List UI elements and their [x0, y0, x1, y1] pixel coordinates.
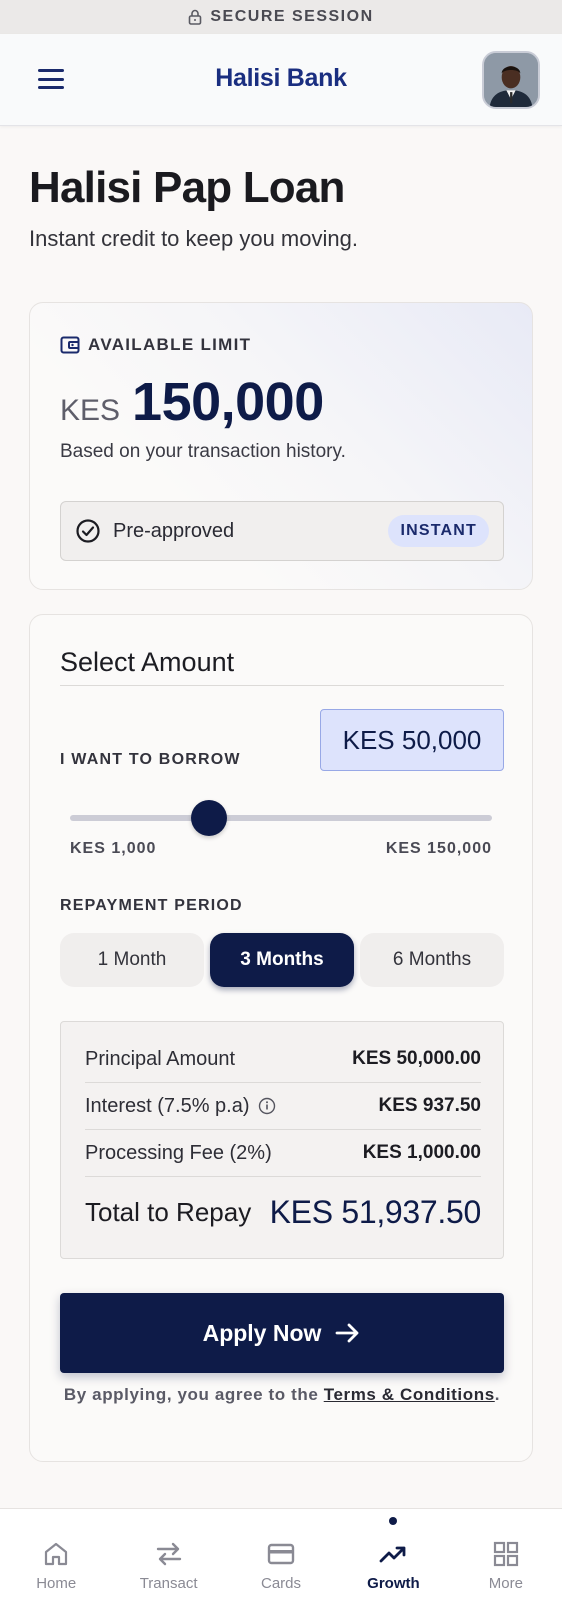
amount-slider-thumb[interactable] [191, 800, 228, 836]
apply-now-button[interactable]: Apply Now [60, 1293, 504, 1373]
summary-value: KES 1,000.00 [362, 1142, 481, 1163]
nav-item-transact[interactable]: Transact [112, 1509, 224, 1600]
limit-value: 150,000 [132, 372, 324, 432]
limit-amount: KES 150,000 [60, 371, 324, 433]
bank-title: Halisi Bank [215, 64, 347, 92]
preapproved-status: Pre-approved INSTANT [60, 501, 504, 561]
secure-session-bar: SECURE SESSION [0, 0, 562, 34]
section-divider [60, 685, 504, 686]
available-limit-header: AVAILABLE LIMIT [60, 335, 251, 355]
secure-session-label: SECURE SESSION [210, 8, 374, 25]
nav-label: Cards [261, 1575, 302, 1592]
period-3-months-button[interactable]: 3 Months [210, 933, 354, 987]
limit-currency: KES [60, 394, 121, 427]
nav-label: Growth [367, 1575, 420, 1592]
terms-notice: By applying, you agree to the Terms & Co… [63, 1385, 501, 1404]
summary-value: KES 937.50 [378, 1095, 481, 1116]
active-indicator-dot [389, 1517, 398, 1525]
repayment-period-label: REPAYMENT PERIOD [60, 897, 243, 914]
summary-label: Processing Fee (2%) [85, 1141, 272, 1164]
repayment-period-selector: 1 Month 3 Months 6 Months [60, 933, 504, 987]
section-title: Select Amount [60, 647, 235, 677]
grid-icon [493, 1541, 518, 1567]
preapproved-text: Pre-approved [113, 519, 235, 542]
trending-up-icon [380, 1546, 406, 1563]
summary-row-principal: Principal Amount KES 50,000.00 [85, 1036, 481, 1083]
nav-label: More [488, 1575, 523, 1592]
nav-item-cards[interactable]: Cards [225, 1509, 337, 1600]
terms-link[interactable]: Terms & Conditions [324, 1385, 495, 1404]
summary-label: Interest (7.5% p.a) [85, 1095, 276, 1118]
info-icon[interactable] [258, 1097, 276, 1115]
nav-label: Transact [139, 1575, 198, 1592]
wallet-icon [60, 336, 80, 354]
nav-item-home[interactable]: Home [0, 1509, 112, 1600]
check-circle-icon [76, 519, 100, 543]
page-subtitle: Instant credit to keep you moving. [29, 226, 358, 251]
lock-icon [189, 9, 202, 25]
available-limit-card: AVAILABLE LIMIT KES 150,000 Based on you… [29, 302, 533, 590]
nav-label: Home [36, 1575, 77, 1592]
available-limit-label: AVAILABLE LIMIT [88, 335, 252, 354]
total-repay-value: KES 51,937.50 [269, 1193, 482, 1230]
credit-card-icon [267, 1543, 295, 1565]
summary-row-interest: Interest (7.5% p.a) KES 937.50 [85, 1083, 481, 1130]
transfer-arrows-icon [156, 1542, 181, 1566]
instant-badge: INSTANT [388, 515, 489, 547]
period-6-months-button[interactable]: 6 Months [360, 933, 504, 987]
period-1-month-button[interactable]: 1 Month [60, 933, 204, 987]
page-title: Halisi Pap Loan [29, 163, 345, 212]
summary-row-processing-fee: Processing Fee (2%) KES 1,000.00 [85, 1130, 481, 1177]
user-avatar[interactable] [482, 51, 540, 109]
summary-label: Principal Amount [85, 1047, 236, 1070]
summary-value: KES 50,000.00 [352, 1048, 481, 1069]
borrow-amount-input[interactable] [320, 709, 504, 771]
home-icon [45, 1542, 68, 1566]
nav-item-growth[interactable]: Growth [337, 1509, 449, 1600]
select-amount-card: Select Amount I WANT TO BORROW KES 1,000… [29, 614, 533, 1462]
slider-max-label: KES 150,000 [385, 840, 492, 857]
limit-note: Based on your transaction history. [60, 441, 346, 462]
arrow-right-icon [336, 1323, 359, 1343]
amount-slider-track[interactable] [70, 815, 492, 821]
apply-now-label: Apply Now [202, 1319, 322, 1346]
bottom-nav: Home Transact Cards Growth More [0, 1508, 562, 1600]
total-repay-row: Total to Repay KES 51,937.50 [85, 1182, 481, 1242]
app-header: Halisi Bank [0, 34, 562, 126]
total-repay-label: Total to Repay [85, 1196, 252, 1227]
borrow-label: I WANT TO BORROW [60, 751, 241, 768]
loan-summary: Principal Amount KES 50,000.00 Interest … [60, 1021, 504, 1259]
slider-min-label: KES 1,000 [70, 840, 157, 857]
nav-item-more[interactable]: More [450, 1509, 562, 1600]
